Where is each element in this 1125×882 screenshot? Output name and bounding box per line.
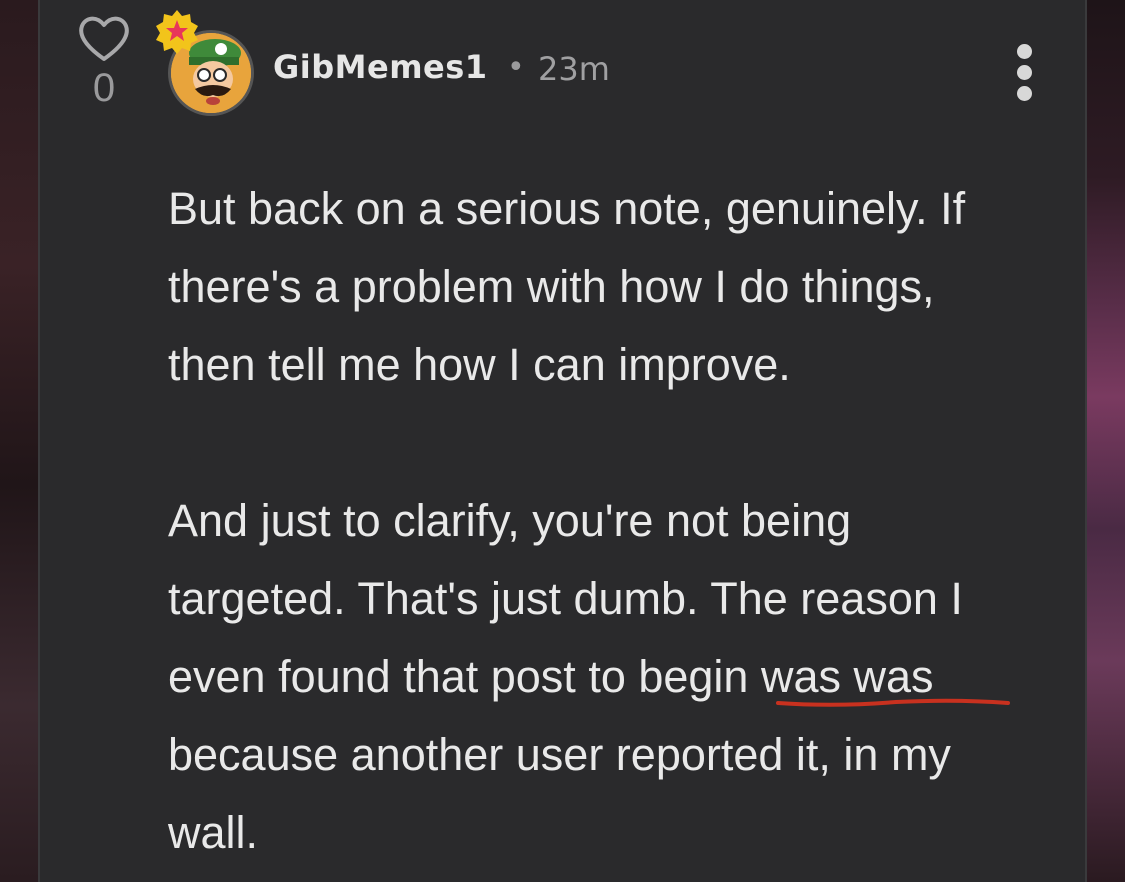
star-badge-icon <box>156 10 198 54</box>
background-left <box>0 0 38 882</box>
text-line: targeted. That's just dumb. The reason I <box>168 573 963 624</box>
separator-dot: • <box>507 50 525 85</box>
more-dot <box>1016 86 1032 101</box>
comment-paragraph: But back on a serious note, genuinely. I… <box>168 170 1048 404</box>
comment-card: 0 GibMemes1 • 23m But back on a serious … <box>38 0 1087 882</box>
text-line: there's a problem with how I do things, <box>168 261 935 312</box>
like-column: 0 <box>76 12 132 110</box>
avatar-container[interactable] <box>156 10 256 118</box>
like-count: 0 <box>92 66 116 110</box>
text-line: because another user reported it, in my <box>168 729 951 780</box>
heart-outline-icon[interactable] <box>76 12 132 64</box>
text-line: then tell me how I can improve. <box>168 339 791 390</box>
comment-paragraph: And just to clarify, you're not being ta… <box>168 482 1048 872</box>
more-dot <box>1016 65 1032 80</box>
red-underline-annotation <box>776 698 1010 707</box>
comment-body: But back on a serious note, genuinely. I… <box>168 170 1048 872</box>
text-line: wall. <box>168 807 259 858</box>
text-line: And just to clarify, you're not being <box>168 495 852 546</box>
background-right <box>1087 0 1125 882</box>
username[interactable]: GibMemes1 <box>273 48 488 86</box>
text-line: But back on a serious note, genuinely. I… <box>168 183 966 234</box>
more-dot <box>1016 44 1032 59</box>
timestamp: 23m <box>538 50 610 88</box>
vertical-ellipsis-icon[interactable] <box>1002 40 1046 104</box>
